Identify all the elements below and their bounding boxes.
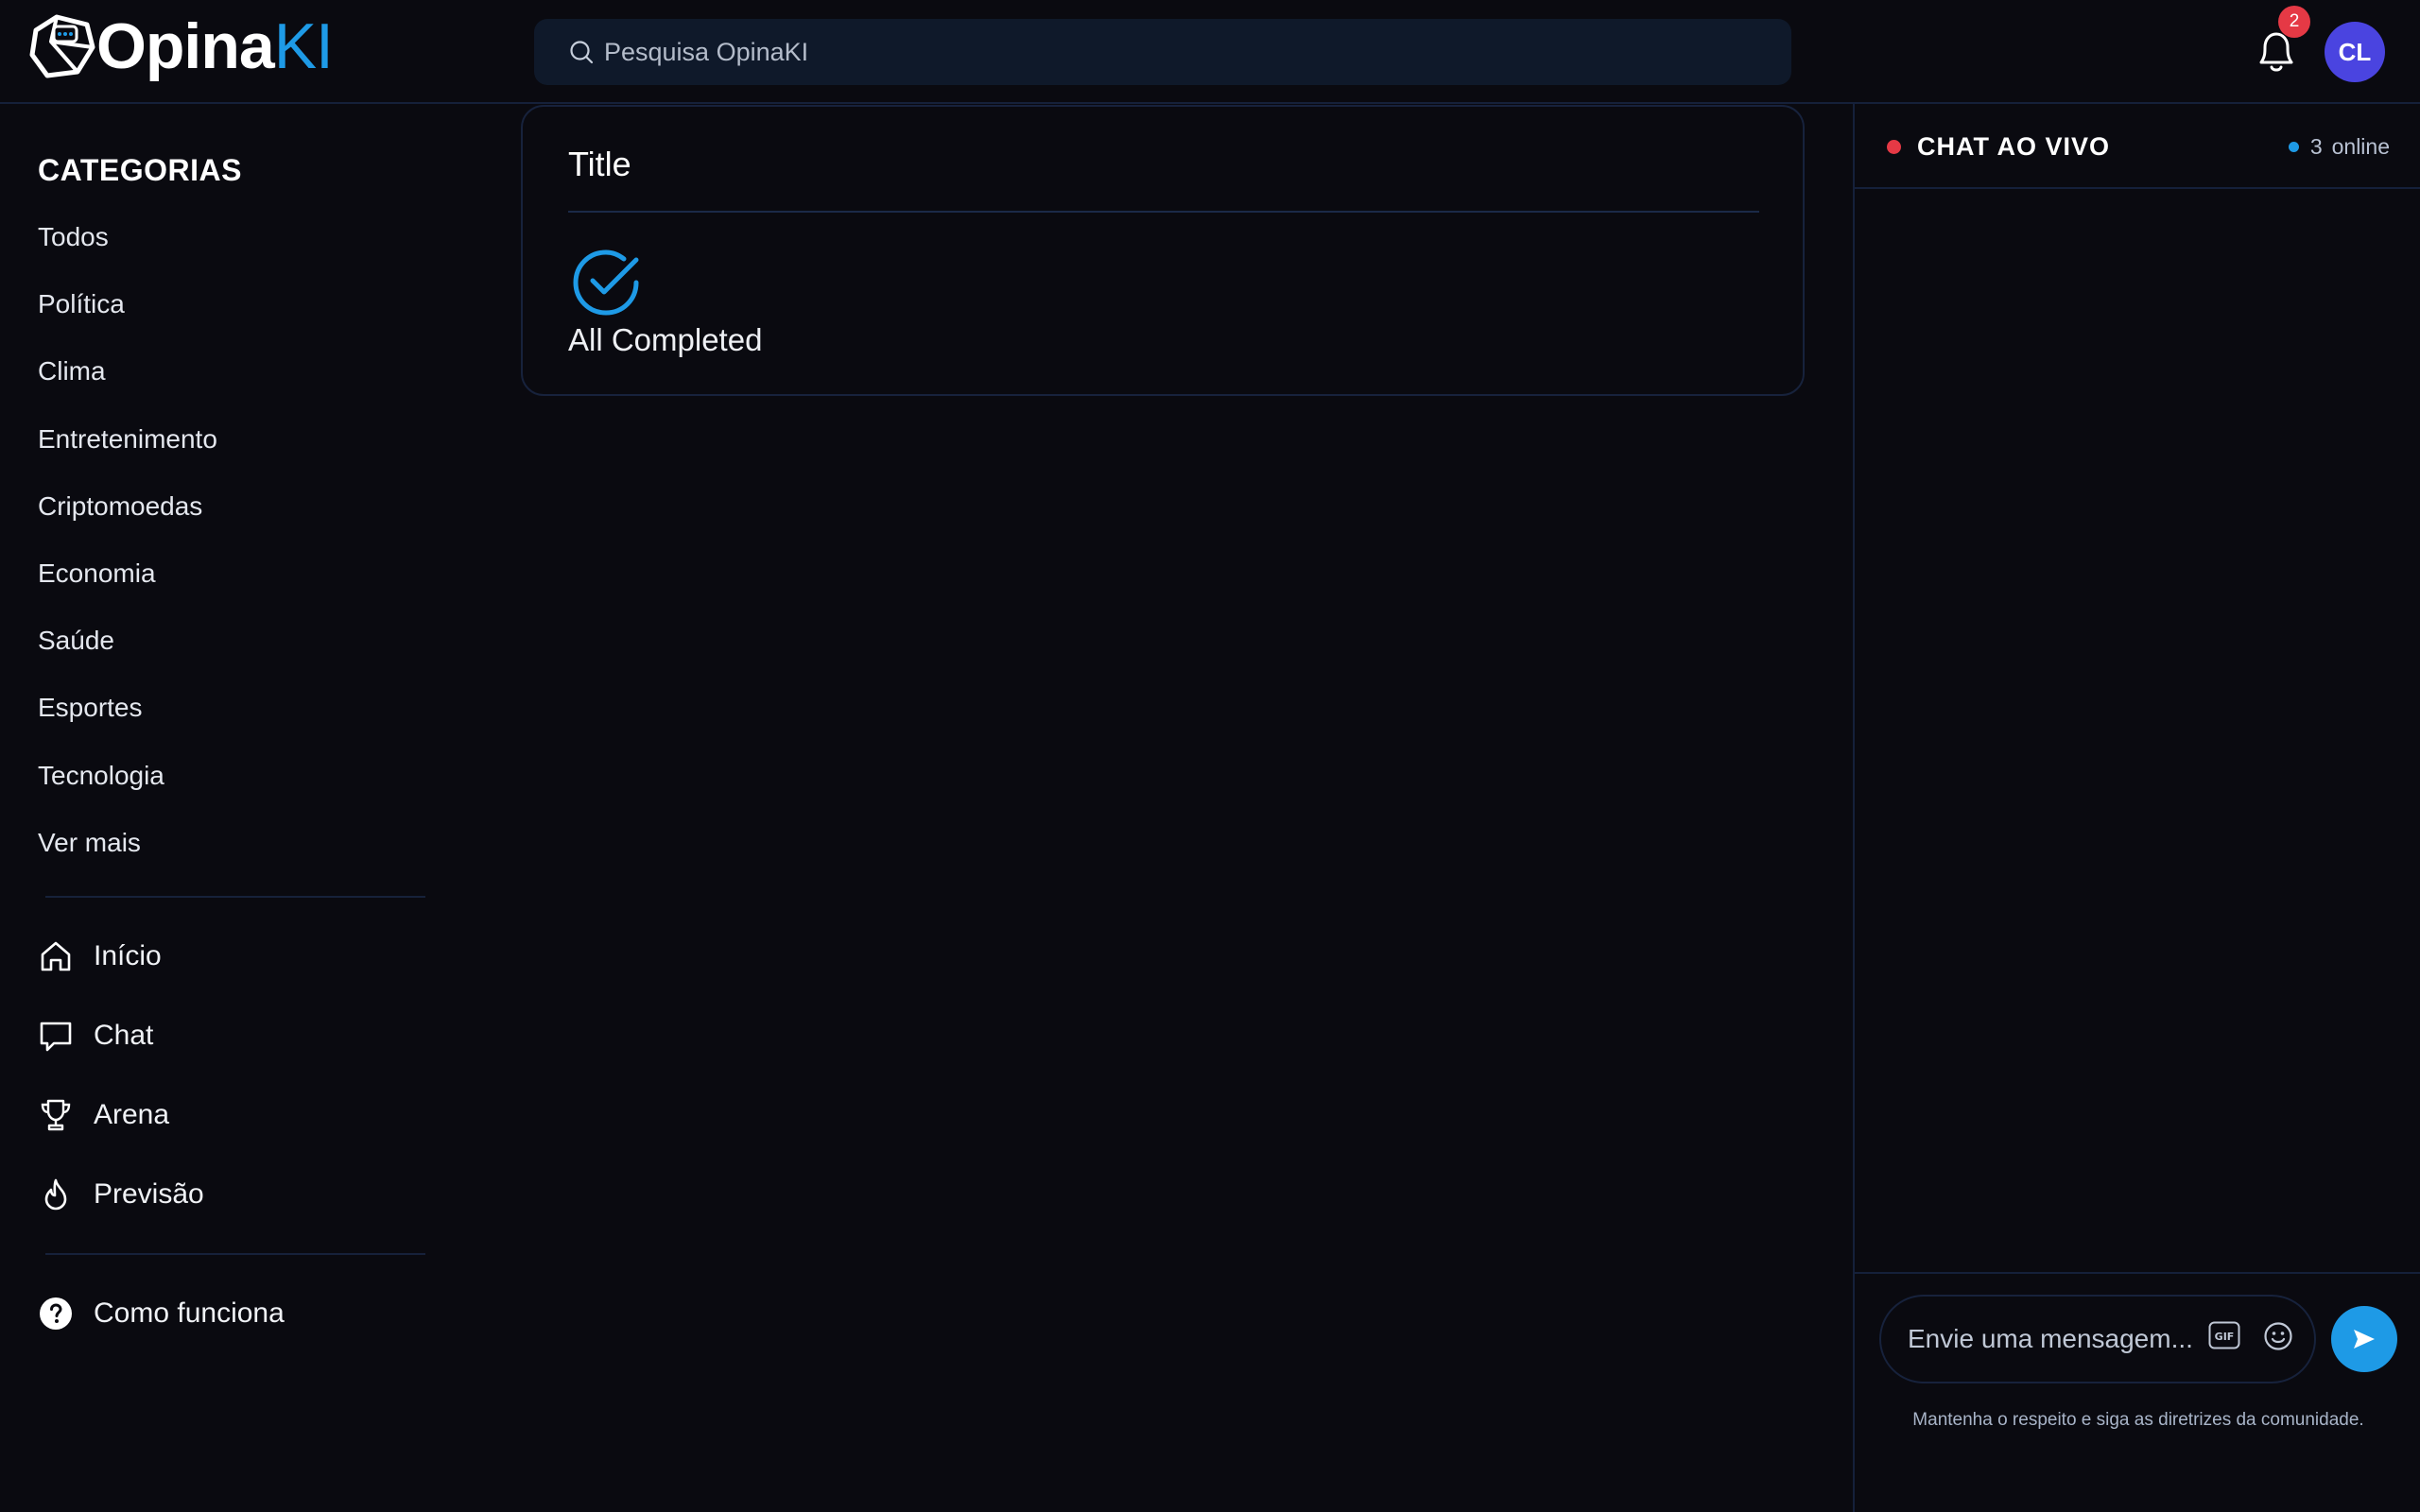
nav-item-label: Chat [94,1020,154,1051]
nav-item-chat[interactable]: Chat [38,996,204,1075]
svg-text:GIF: GIF [2215,1331,2235,1343]
main-nav: Início Chat Arena Previsão [38,917,204,1234]
check-circle-icon [573,249,639,316]
completion-status: All Completed [568,322,763,357]
online-dot [2288,142,2299,152]
logo-cube-icon [29,14,95,78]
sidebar-divider [45,896,425,898]
category-todos[interactable]: Todos [38,221,217,288]
sidebar-divider [45,1253,425,1255]
search-input[interactable] [604,37,1738,67]
send-button[interactable] [2331,1306,2397,1372]
logo-brand-main: Opina [96,10,275,82]
nav-item-arena[interactable]: Arena [38,1075,204,1155]
user-avatar[interactable]: CL [2325,22,2385,82]
home-icon [41,941,71,971]
chat-title: CHAT AO VIVO [1917,132,2111,161]
search-icon [570,41,594,64]
help-nav: Como funciona [38,1274,285,1353]
send-icon [2354,1330,2375,1349]
logo[interactable]: OpinaKI [28,13,334,79]
category-criptomoedas[interactable]: Criptomoedas [38,490,217,558]
chat-composer: GIF Mantenha o respeito e siga as diretr… [1855,1272,2420,1512]
notification-count-badge: 2 [2278,6,2310,38]
message-input-wrapper[interactable]: GIF [1879,1295,2316,1383]
categories-list: Todos Política Clima Entretenimento Crip… [38,221,217,894]
nav-item-previsao[interactable]: Previsão [38,1155,204,1234]
category-tecnologia[interactable]: Tecnologia [38,760,217,827]
top-header: OpinaKI 2 CL [0,0,2420,104]
gif-icon[interactable]: GIF [2208,1321,2240,1349]
nav-item-como-funciona[interactable]: Como funciona [38,1274,285,1353]
panel-divider [568,211,1759,213]
categories-title: CATEGORIAS [38,153,242,187]
community-guidelines-note: Mantenha o respeito e siga as diretrizes… [1912,1410,2364,1430]
nav-item-label: Início [94,940,162,971]
logo-brand-accent: KI [273,10,334,82]
live-chat-panel: CHAT AO VIVO 3 online GIF [1853,104,2420,1512]
sidebar: CATEGORIAS Todos Política Clima Entreten… [0,104,492,1512]
chat-header: CHAT AO VIVO 3 online [1855,104,2420,189]
category-clima[interactable]: Clima [38,355,217,422]
nav-item-label: Como funciona [94,1297,285,1329]
category-saude[interactable]: Saúde [38,625,217,692]
search-bar[interactable] [534,19,1791,85]
category-entretenimento[interactable]: Entretenimento [38,423,217,490]
emoji-icon[interactable] [2263,1321,2293,1351]
category-esportes[interactable]: Esportes [38,692,217,759]
live-indicator-dot [1887,140,1901,154]
message-input[interactable] [1908,1324,2191,1354]
nav-item-label: Previsão [94,1178,204,1210]
status-panel: Title All Completed [521,105,1805,396]
flame-icon [44,1178,67,1211]
help-circle-icon [40,1297,72,1330]
nav-item-label: Arena [94,1099,170,1130]
category-ver-mais[interactable]: Ver mais [38,827,217,894]
chat-bubble-icon [40,1022,72,1052]
logo-text: OpinaKI [96,14,334,78]
online-label: online [2331,134,2390,159]
category-economia[interactable]: Economia [38,558,217,625]
panel-title: Title [568,145,631,183]
app-root: OpinaKI 2 CL CATEGORIAS Todos Política C… [0,0,2420,1512]
online-count: 3 online [2288,134,2390,160]
nav-item-inicio[interactable]: Início [38,917,204,996]
online-number: 3 [2309,134,2323,159]
trophy-icon [41,1099,71,1131]
category-politica[interactable]: Política [38,288,217,355]
